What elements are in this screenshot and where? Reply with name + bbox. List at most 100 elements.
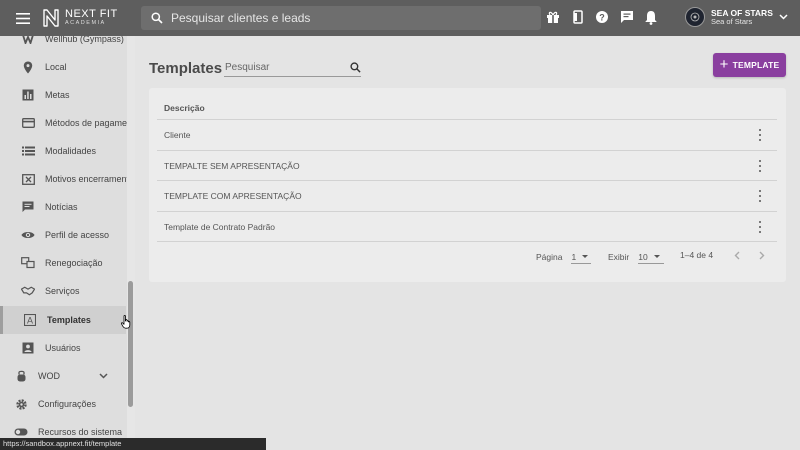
sidebar-item-label: WOD: [38, 371, 60, 381]
global-search-input[interactable]: [171, 11, 511, 25]
page-select[interactable]: 1: [571, 250, 592, 264]
sidebar-item-wod[interactable]: WOD: [0, 362, 126, 390]
gear-icon: [14, 397, 28, 411]
sidebar-item-local[interactable]: Local: [0, 53, 126, 81]
sidebar-item-label: Configurações: [38, 399, 97, 409]
row-description: TEMPLATE COM APRESENTAÇÃO: [164, 190, 302, 201]
more-options-icon[interactable]: [755, 190, 765, 202]
page-value: 1: [571, 251, 577, 262]
column-header-descricao: Descrição: [164, 103, 205, 113]
table-divider: [157, 241, 777, 242]
global-search[interactable]: [141, 6, 541, 30]
hand-cursor-icon: [121, 315, 131, 329]
per-page-value: 10: [638, 251, 648, 262]
sidebar-item-modalidades[interactable]: Modalidades: [0, 137, 126, 165]
sidebar-item-label: Usuários: [45, 343, 81, 353]
per-page-select[interactable]: 10: [638, 250, 665, 264]
card-icon: [21, 116, 35, 130]
caret-down-icon: [582, 255, 589, 258]
x-box-icon: [21, 172, 35, 186]
help-icon[interactable]: ?: [593, 8, 611, 26]
user-menu[interactable]: SEA OF STARS Sea of Stars: [685, 7, 788, 27]
svg-text:A: A: [27, 316, 33, 326]
template-icon: A: [23, 313, 37, 327]
status-bar-url: https://sandbox.appnext.fit/template: [0, 438, 266, 450]
per-page-label: Exibir: [608, 252, 630, 262]
more-options-icon[interactable]: [755, 221, 765, 233]
caret-down-icon: [653, 255, 660, 258]
scrollbar-thumb[interactable]: [128, 281, 133, 407]
chevron-left-icon[interactable]: [734, 251, 740, 260]
user-box-icon: [21, 341, 35, 355]
chevron-down-icon: [779, 14, 788, 20]
list-icon: [21, 144, 35, 158]
more-options-icon[interactable]: [755, 129, 765, 141]
table-row[interactable]: TEMPLATE COM APRESENTAÇÃO: [157, 180, 777, 210]
sidebar-item-noticias[interactable]: Notícias: [0, 193, 126, 221]
search-icon[interactable]: [350, 62, 361, 73]
kettlebell-icon: [14, 369, 28, 383]
table-row[interactable]: Template de Contrato Padrão: [157, 211, 777, 241]
table-row[interactable]: Cliente: [157, 119, 777, 149]
more-options-icon[interactable]: [755, 160, 765, 172]
row-description: Cliente: [164, 129, 191, 140]
wellhub-icon: [21, 36, 35, 46]
sidebar-item-metodos-pagamento[interactable]: Métodos de pagamen: [0, 109, 132, 137]
search-icon: [151, 12, 163, 24]
svg-text:?: ?: [599, 13, 605, 23]
brand-logo[interactable]: NEXT FIT ACADEMIA: [42, 8, 142, 28]
sidebar-item-usuarios[interactable]: Usuários: [0, 334, 126, 362]
sidebar-scrollbar[interactable]: [127, 36, 135, 450]
hamburger-menu-icon[interactable]: [12, 0, 34, 36]
plus-icon: +: [719, 56, 729, 73]
sidebar-item-renegociacao[interactable]: Renegociação: [0, 249, 126, 277]
sidebar-item-perfil-acesso[interactable]: Perfil de acesso: [0, 221, 126, 249]
toggle-icon: [14, 425, 28, 439]
news-icon: [21, 200, 35, 214]
sidebar-item-templates[interactable]: A Templates: [0, 306, 126, 334]
location-icon: [21, 60, 35, 74]
sidebar-item-label: Renegociação: [45, 258, 103, 268]
chart-icon: [21, 88, 35, 102]
brand-subtitle: ACADEMIA: [65, 20, 106, 27]
add-template-button[interactable]: + TEMPLATE: [713, 53, 786, 77]
renegotiation-icon: [21, 256, 35, 270]
sidebar-item-label: Motivos encerrament: [45, 174, 130, 184]
template-search[interactable]: [224, 59, 361, 77]
sidebar-item-label: Wellhub (Gympass): [45, 36, 124, 44]
row-description: TEMPALTE SEM APRESENTAÇÃO: [164, 160, 300, 171]
sidebar-item-wellhub[interactable]: Wellhub (Gympass): [0, 36, 126, 53]
add-template-label: TEMPLATE: [732, 60, 780, 70]
sidebar-item-label: Modalidades: [45, 146, 97, 156]
sidebar: Wellhub (Gympass) Local Metas Métodos de…: [0, 36, 135, 450]
eye-icon: [21, 228, 35, 242]
template-search-input[interactable]: [224, 62, 342, 73]
sidebar-item-label: Perfil de acesso: [45, 230, 110, 240]
sidebar-item-label: Local: [45, 62, 67, 72]
sidebar-item-label: Metas: [45, 90, 70, 100]
brand-name: NEXT FIT: [65, 8, 118, 21]
sidebar-item-servicos[interactable]: Serviços: [0, 277, 126, 305]
page-label: Página: [536, 252, 563, 262]
next-fit-logo-icon: [43, 9, 59, 27]
sidebar-item-motivos-encerramento[interactable]: Motivos encerrament: [0, 165, 130, 193]
sidebar-item-label: Recursos do sistema: [38, 427, 123, 437]
per-page-group: Exibir 10: [608, 250, 665, 264]
templates-table: Descrição Cliente TEMPALTE SEM APRESENTA…: [149, 88, 786, 282]
phone-icon[interactable]: [569, 8, 587, 26]
top-bar: NEXT FIT ACADEMIA ? SEA OF STARS Sea of: [0, 0, 800, 36]
chevron-down-icon: [99, 373, 108, 379]
gift-icon[interactable]: [544, 8, 562, 26]
handshake-icon: [21, 284, 35, 298]
sidebar-item-configuracoes[interactable]: Configurações: [0, 390, 126, 418]
sidebar-item-metas[interactable]: Metas: [0, 81, 126, 109]
avatar: [685, 7, 705, 27]
bell-icon[interactable]: [642, 8, 660, 26]
table-row[interactable]: TEMPALTE SEM APRESENTAÇÃO: [157, 150, 777, 180]
user-org: Sea of Stars: [711, 16, 753, 26]
sidebar-item-label: Templates: [47, 315, 91, 325]
row-description: Template de Contrato Padrão: [164, 221, 276, 232]
sidebar-item-label: Serviços: [45, 286, 80, 296]
chevron-right-icon[interactable]: [759, 251, 765, 260]
chat-icon[interactable]: [618, 8, 636, 26]
